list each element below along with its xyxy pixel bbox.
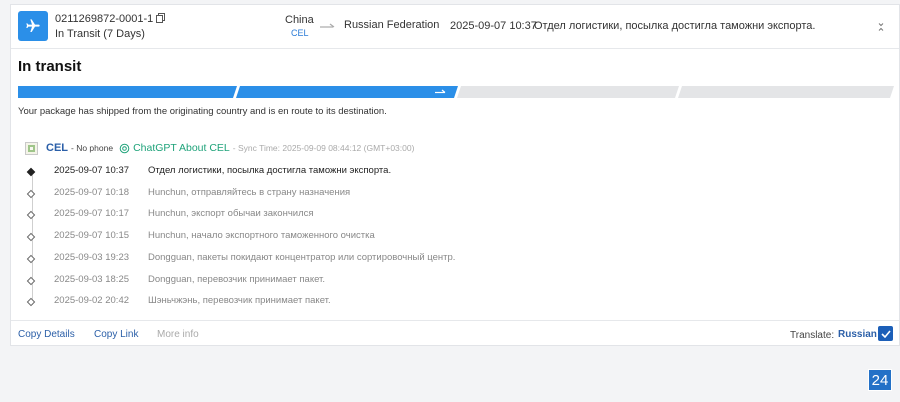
carrier-name[interactable]: CEL	[46, 142, 68, 154]
chatgpt-about-carrier-link[interactable]: ChatGPT About CEL	[119, 142, 230, 154]
copy-icon[interactable]	[156, 13, 166, 26]
progress-step-4	[678, 86, 894, 98]
origin-carrier-link[interactable]: CEL	[291, 28, 309, 38]
badge-24-icon[interactable]: 24	[868, 369, 892, 391]
translate-checkbox[interactable]	[878, 326, 893, 341]
event-time: 2025-09-03 19:23	[54, 251, 130, 263]
timeline-dot-icon	[26, 211, 36, 220]
timeline-dot-icon	[26, 167, 36, 177]
status-summary: Your package has shipped from the origin…	[18, 106, 387, 117]
tracking-header[interactable]: 0211269872-0001-1 In Transit (7 Days) Ch…	[11, 5, 899, 49]
card-footer: Copy Details Copy Link More info Transla…	[11, 320, 899, 347]
tracking-number: 0211269872-0001-1	[55, 13, 166, 26]
event-description: Hunchun, экспорт обычаи закончился	[148, 208, 314, 220]
event-description: Dongguan, пакеты покидают концентратор и…	[148, 251, 456, 263]
copy-link-button[interactable]: Copy Link	[94, 329, 138, 340]
chatgpt-label[interactable]: ChatGPT About CEL	[133, 142, 230, 154]
carrier-logo-icon	[25, 141, 38, 155]
sync-time: - Sync Time: 2025-09-09 08:44:12 (GMT+03…	[232, 143, 415, 153]
destination-country: Russian Federation	[344, 19, 440, 31]
event-time: 2025-09-07 10:37	[54, 165, 130, 176]
event-time: 2025-09-07 10:18	[54, 186, 130, 198]
chatgpt-icon	[119, 143, 130, 153]
checkmark-icon	[880, 329, 891, 338]
route-arrow-icon	[320, 17, 336, 35]
event-description: Отдел логистики, посылка достигла таможн…	[148, 165, 392, 176]
carrier-row: CEL - No phone ChatGPT About CEL - Sync …	[25, 140, 414, 156]
event-time: 2025-09-07 10:15	[54, 230, 130, 242]
event-description: Hunchun, отправляйтесь в страну назначен…	[148, 186, 351, 198]
translate-language-select[interactable]: Russian	[838, 329, 877, 340]
event-description: Hunchun, начало экспортного таможенного …	[148, 230, 375, 242]
latest-event-description: Отдел логистики, посылка достигла таможн…	[534, 20, 816, 32]
timeline-dot-icon	[26, 297, 36, 307]
timeline-dot-icon	[26, 232, 36, 242]
timeline-dot-icon	[26, 189, 36, 198]
event-description: Dongguan, перевозчик принимает пакет.	[148, 273, 325, 285]
expand-icon[interactable]	[877, 19, 885, 37]
event-description: Шэньчжэнь, перевозчик принимает пакет.	[148, 295, 331, 307]
timeline-dot-icon	[26, 276, 36, 285]
airplane-icon	[18, 11, 48, 41]
event-time: 2025-09-07 10:17	[54, 208, 130, 220]
status-title: In transit	[18, 58, 82, 75]
latest-event-time: 2025-09-07 10:37	[450, 20, 537, 32]
more-info-button[interactable]: More info	[157, 329, 199, 340]
timeline-dot-icon	[26, 254, 36, 264]
carrier-phone: - No phone	[71, 143, 114, 153]
tracking-number-text: 0211269872-0001-1	[55, 13, 154, 25]
origin-country: China	[285, 14, 314, 26]
tracking-card: 0211269872-0001-1 In Transit (7 Days) Ch…	[10, 4, 900, 346]
copy-details-button[interactable]: Copy Details	[18, 329, 75, 340]
event-time: 2025-09-02 20:42	[54, 295, 130, 307]
progress-step-3	[457, 86, 679, 98]
event-time: 2025-09-03 18:25	[54, 273, 130, 285]
progress-step-1	[18, 86, 237, 98]
transit-status: In Transit (7 Days)	[55, 28, 145, 40]
progress-step-2	[236, 86, 458, 98]
progress-bar	[18, 85, 894, 98]
translate-label: Translate:	[790, 330, 835, 341]
